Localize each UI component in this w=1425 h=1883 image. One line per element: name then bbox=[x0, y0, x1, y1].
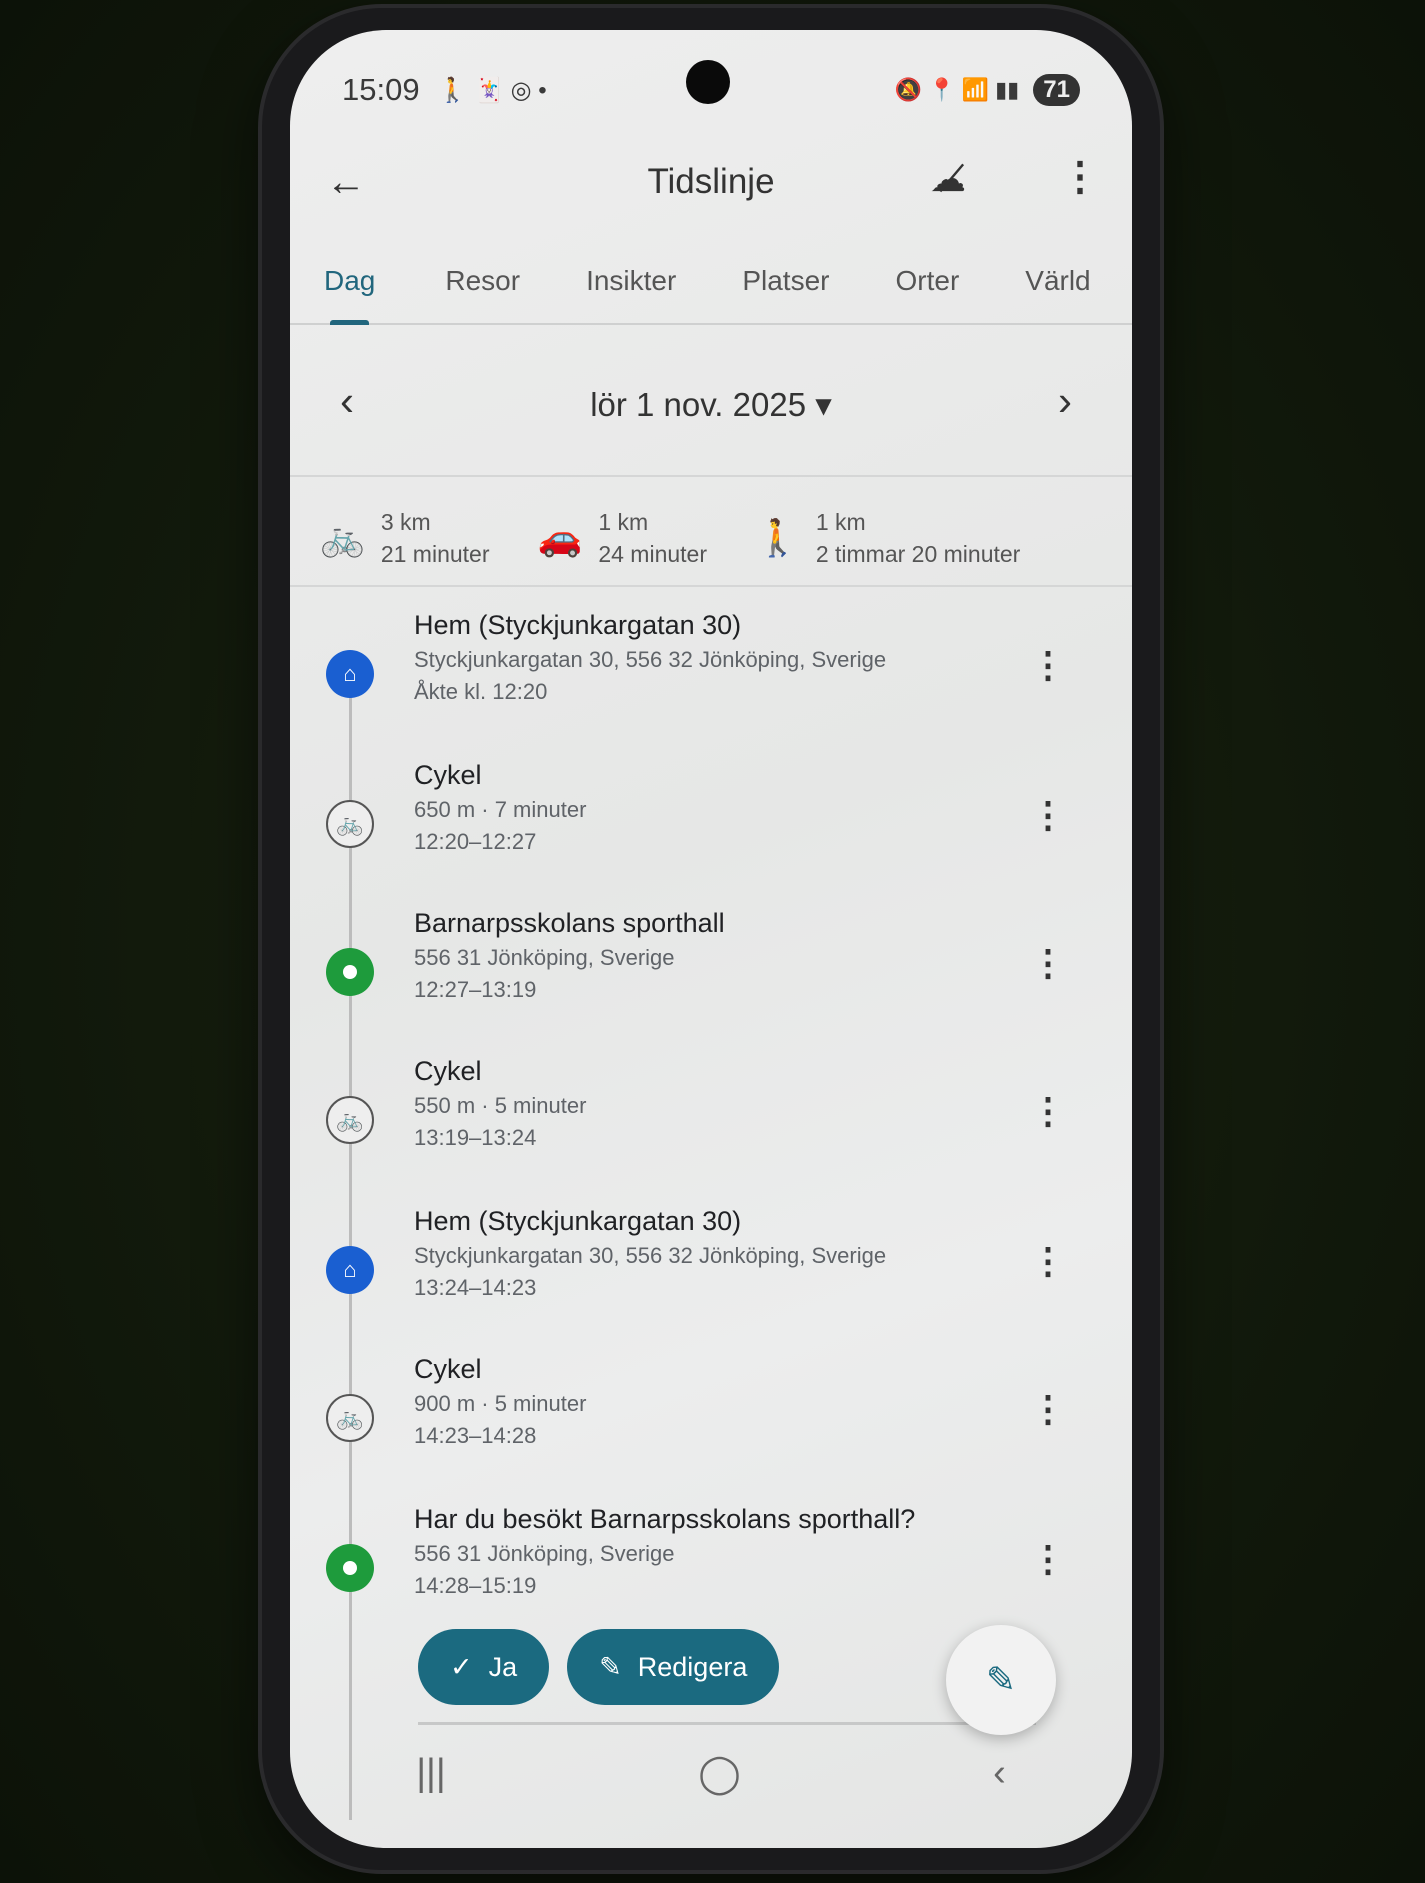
recents-icon[interactable]: ||| bbox=[416, 1752, 446, 1795]
entry-distance: 550 m · 5 minuter bbox=[414, 1093, 587, 1118]
entry-menu-icon[interactable]: ⋮ bbox=[1030, 1538, 1066, 1580]
system-nav-bar: ||| ◯ ‹ bbox=[290, 1738, 1132, 1808]
summary-bike: 🚲 3 km 21 minuter bbox=[320, 490, 490, 585]
bike-icon: 🚲 bbox=[320, 516, 365, 558]
timeline-entry-home[interactable]: ⌂ Hem (Styckjunkargatan 30) Styckjunkarg… bbox=[290, 1206, 1132, 1351]
bike-icon: 🚲 bbox=[326, 1096, 374, 1144]
overflow-menu-icon[interactable]: ⋮ bbox=[1060, 154, 1100, 200]
status-left-icons: 🚶 🃏 ◎ • bbox=[437, 76, 547, 104]
entry-time: 14:28–15:19 bbox=[414, 1573, 537, 1598]
home-nav-icon[interactable]: ◯ bbox=[698, 1751, 741, 1796]
bike-icon: 🚲 bbox=[326, 1394, 374, 1442]
summary-car-duration: 24 minuter bbox=[598, 540, 707, 567]
entry-address: Styckjunkargatan 30, 556 32 Jönköping, S… bbox=[414, 647, 887, 672]
entry-menu-icon[interactable]: ⋮ bbox=[1030, 1240, 1066, 1282]
tab-platser[interactable]: Platser bbox=[742, 245, 829, 323]
summary-walk-duration: 2 timmar 20 minuter bbox=[815, 540, 1021, 567]
bike-icon: 🚲 bbox=[326, 800, 374, 848]
tab-dag[interactable]: Dag bbox=[324, 245, 375, 325]
status-time: 15:09 bbox=[342, 72, 420, 107]
timeline-entry-bike[interactable]: 🚲 Cykel 550 m · 5 minuter 13:19–13:24 ⋮ bbox=[290, 1056, 1132, 1201]
edit-label: Redigera bbox=[637, 1651, 748, 1682]
place-pin-icon bbox=[326, 1544, 374, 1592]
entry-time: 13:24–14:23 bbox=[414, 1275, 537, 1300]
tab-orter[interactable]: Orter bbox=[895, 245, 959, 323]
day-summary: 🚲 3 km 21 minuter 🚗 1 km 24 minuter 🚶 1 … bbox=[290, 490, 1132, 587]
timeline-entry-bike[interactable]: 🚲 Cykel 900 m · 5 minuter 14:23–14:28 ⋮ bbox=[290, 1354, 1132, 1499]
timeline-entry-bike[interactable]: 🚲 Cykel 650 m · 7 minuter 12:20–12:27 ⋮ bbox=[290, 760, 1132, 905]
cloud-off-icon[interactable]: ☁̸ bbox=[930, 158, 966, 200]
entry-address: Styckjunkargatan 30, 556 32 Jönköping, S… bbox=[414, 1243, 887, 1268]
car-icon: 🚗 bbox=[537, 516, 583, 558]
timeline-entry-place[interactable]: Barnarpsskolans sporthall 556 31 Jönköpi… bbox=[290, 908, 1132, 1053]
entry-menu-icon[interactable]: ⋮ bbox=[1030, 942, 1066, 984]
place-pin-icon bbox=[326, 948, 374, 996]
tab-insikter[interactable]: Insikter bbox=[586, 245, 676, 323]
timeline-entry-home[interactable]: ⌂ Hem (Styckjunkargatan 30) Styckjunkarg… bbox=[290, 610, 1132, 755]
page-title: Tidslinje bbox=[647, 162, 775, 201]
pencil-icon: ✎ bbox=[985, 1659, 1017, 1700]
summary-car: 🚗 1 km 24 minuter bbox=[538, 490, 708, 585]
entry-title: Hem (Styckjunkargatan 30) bbox=[414, 610, 742, 640]
confirm-actions: ✓ Ja ✎ Redigera bbox=[418, 1629, 780, 1705]
screen: 15:09 🚶 🃏 ◎ • 🔕 📍 📶 ▮▮ 71 ← Tidslinje ☁̸… bbox=[290, 30, 1132, 1848]
yes-label: Ja bbox=[488, 1651, 518, 1682]
yes-button[interactable]: ✓ Ja bbox=[418, 1629, 550, 1705]
entry-title: Cykel bbox=[414, 760, 482, 790]
entry-time: 12:27–13:19 bbox=[414, 977, 537, 1002]
entry-title: Har du besökt Barnarpsskolans sporthall? bbox=[414, 1504, 916, 1534]
entry-menu-icon[interactable]: ⋮ bbox=[1030, 1090, 1066, 1132]
entry-menu-icon[interactable]: ⋮ bbox=[1030, 794, 1066, 836]
tab-resor[interactable]: Resor bbox=[445, 245, 520, 323]
edit-fab[interactable]: ✎ bbox=[946, 1625, 1056, 1735]
entry-time: 12:20–12:27 bbox=[414, 829, 537, 854]
entry-time: 13:19–13:24 bbox=[414, 1125, 537, 1150]
entry-menu-icon[interactable]: ⋮ bbox=[1030, 1388, 1066, 1430]
pencil-icon: ✎ bbox=[599, 1651, 622, 1682]
edit-button[interactable]: ✎ Redigera bbox=[567, 1629, 780, 1705]
next-day-icon[interactable]: › bbox=[1058, 377, 1072, 425]
entry-title: Hem (Styckjunkargatan 30) bbox=[414, 1206, 742, 1236]
summary-car-distance: 1 km bbox=[598, 508, 649, 535]
entry-time: Åkte kl. 12:20 bbox=[414, 679, 548, 704]
summary-bike-distance: 3 km bbox=[380, 508, 431, 535]
entry-title: Barnarpsskolans sporthall bbox=[414, 908, 725, 938]
app-bar: ← Tidslinje ☁̸ ⋮ bbox=[290, 140, 1132, 230]
entry-address: 556 31 Jönköping, Sverige bbox=[414, 1541, 675, 1566]
tab-varld[interactable]: Värld bbox=[1025, 245, 1090, 323]
battery-icon: 71 bbox=[1033, 74, 1080, 106]
summary-bike-duration: 21 minuter bbox=[380, 540, 490, 567]
date-selector[interactable]: lör 1 nov. 2025 ▾ bbox=[290, 385, 1132, 424]
home-icon: ⌂ bbox=[326, 1246, 374, 1294]
home-icon: ⌂ bbox=[326, 650, 374, 698]
entry-distance: 900 m · 5 minuter bbox=[414, 1391, 587, 1416]
walk-icon: 🚶 bbox=[755, 516, 800, 558]
check-icon: ✓ bbox=[450, 1651, 473, 1682]
entry-distance: 650 m · 7 minuter bbox=[414, 797, 587, 822]
tab-bar: Dag Resor Insikter Platser Orter Värld bbox=[290, 245, 1132, 325]
back-nav-icon[interactable]: ‹ bbox=[993, 1752, 1006, 1795]
summary-walk-distance: 1 km bbox=[815, 508, 866, 535]
summary-walk: 🚶 1 km 2 timmar 20 minuter bbox=[755, 490, 1020, 585]
entry-title: Cykel bbox=[414, 1056, 482, 1086]
divider bbox=[418, 1722, 1036, 1725]
status-bar: 15:09 🚶 🃏 ◎ • 🔕 📍 📶 ▮▮ 71 bbox=[342, 60, 1080, 120]
entry-address: 556 31 Jönköping, Sverige bbox=[414, 945, 675, 970]
entry-time: 14:23–14:28 bbox=[414, 1423, 537, 1448]
status-right-icons: 🔕 📍 📶 ▮▮ bbox=[894, 77, 1020, 102]
date-navigator: ‹ lör 1 nov. 2025 ▾ › bbox=[290, 335, 1132, 477]
entry-menu-icon[interactable]: ⋮ bbox=[1030, 644, 1066, 686]
entry-title: Cykel bbox=[414, 1354, 482, 1384]
